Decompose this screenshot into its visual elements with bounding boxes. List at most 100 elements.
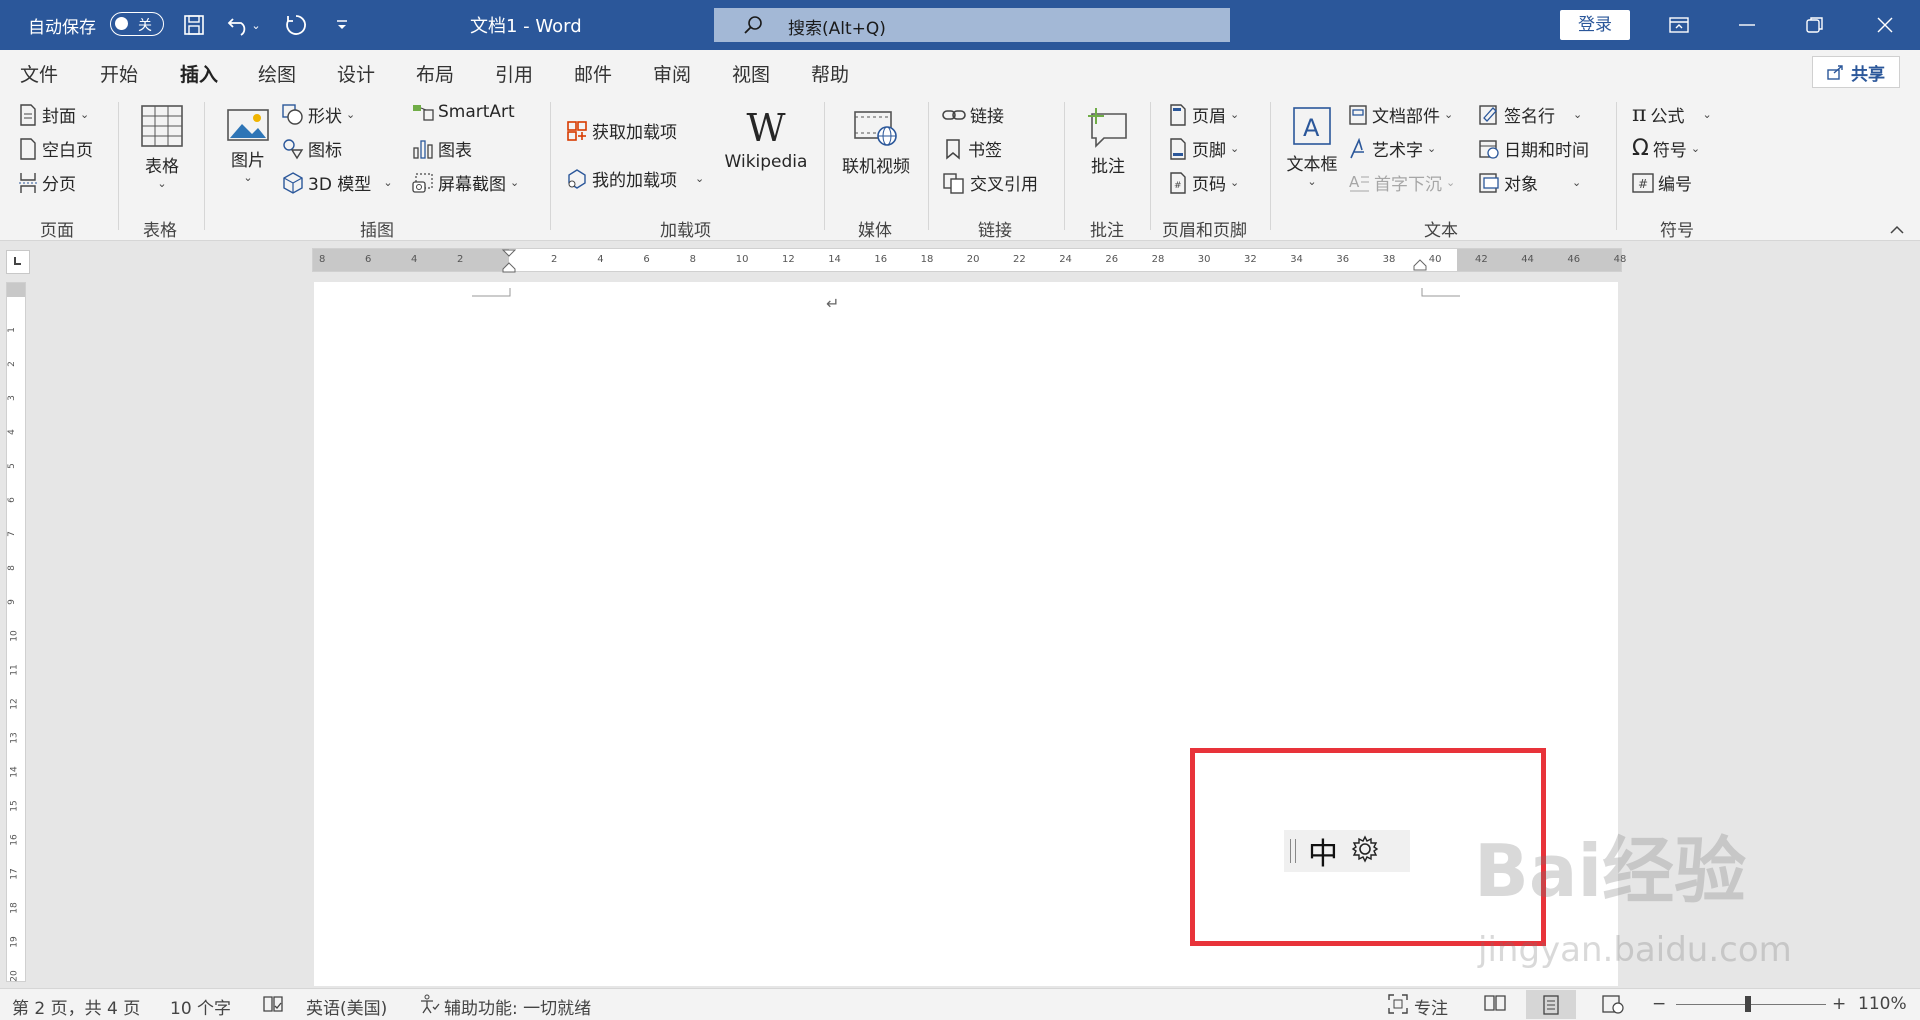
cross-reference-icon [943,172,964,194]
zoom-slider-handle[interactable] [1745,996,1751,1012]
search-box[interactable]: 搜索(Alt+Q) [714,8,1230,42]
zoom-level[interactable]: 110% [1858,994,1907,1014]
ruler-tick-label: 17 [9,868,20,880]
object-button[interactable]: 对象 ⌄ [1478,170,1581,195]
zoom-out-button[interactable]: − [1652,994,1666,1014]
wordart-button[interactable]: 艺术字 ⌄ [1348,136,1436,161]
ruler-tick-label: 16 [874,254,888,265]
bookmark-button[interactable]: 书签 [942,136,1002,161]
shapes-button[interactable]: 形状 ⌄ [282,102,355,127]
tab-mailings[interactable]: 邮件 [574,60,612,87]
smartart-label: SmartArt [438,102,515,122]
symbol-button[interactable]: Ω 符号 ⌄ [1632,136,1700,161]
equation-button[interactable]: π 公式 ⌄ [1632,102,1712,127]
vertical-ruler[interactable]: 1 2 3 4 5 6 7 8 9 10 11 12 13 14 15 16 17 18 19 20 [6,282,26,982]
drop-cap-button[interactable]: A 首字下沉 ⌄ [1348,170,1455,196]
ruler-tick-label: 12 [9,698,20,710]
tab-insert[interactable]: 插入 [180,60,219,97]
print-layout-icon[interactable] [1526,990,1576,1019]
autosave-toggle[interactable]: 关 [110,12,164,36]
tab-home[interactable]: 开始 [100,60,138,87]
minimize-icon[interactable] [1724,8,1770,42]
table-button[interactable]: 表格 ⌄ [136,104,188,190]
chart-icon [413,139,433,159]
quick-parts-button[interactable]: 文档部件 ⌄ [1348,102,1453,127]
numbering-button[interactable]: # 编号 [1632,170,1692,195]
customize-qat-icon[interactable] [326,9,358,41]
tab-review[interactable]: 审阅 [653,60,691,87]
symbol-label: 符号 [1652,141,1687,161]
signature-line-label: 签名行 [1504,107,1555,127]
comment-button[interactable]: 批注 [1080,106,1136,177]
tab-draw[interactable]: 绘图 [258,60,296,87]
screenshot-button[interactable]: 屏幕截图 ⌄ [412,170,519,195]
ruler-tick-label: 46 [1567,254,1581,265]
baidu-watermark-logo: Bai经验 [1474,829,1747,913]
zoom-slider[interactable] [1676,1004,1826,1005]
header-button[interactable]: 页眉 ⌄ [1168,102,1239,127]
tab-help[interactable]: 帮助 [811,60,849,87]
ime-drag-handle[interactable] [1290,839,1296,863]
get-addins-button[interactable]: 获取加载项 [566,118,677,143]
page-number-button[interactable]: # 页码 ⌄ [1168,170,1239,195]
signature-line-button[interactable]: 签名行 ⌄ [1478,102,1582,127]
restore-icon[interactable] [1792,8,1838,42]
tab-view[interactable]: 视图 [732,60,770,87]
login-button[interactable]: 登录 [1560,10,1630,40]
chart-button[interactable]: 图表 [412,136,472,161]
proofing-icon[interactable] [262,994,284,1019]
ribbon-display-options-icon[interactable] [1656,8,1702,42]
textbox-button[interactable]: A 文本框 ⌄ [1282,106,1342,188]
footer-button[interactable]: 页脚 ⌄ [1168,136,1239,161]
read-mode-icon[interactable] [1484,994,1506,1017]
tab-references[interactable]: 引用 [495,60,533,87]
ruler-tick-label: 8 [319,254,326,265]
word-count[interactable]: 10 个字 [170,994,231,1019]
date-time-button[interactable]: 日期和时间 [1478,136,1589,161]
icons-label: 图标 [308,141,342,161]
share-button[interactable]: 共享 [1812,56,1900,88]
wikipedia-button[interactable]: W Wikipedia [718,108,814,172]
ime-toolbar[interactable]: 中 [1284,830,1410,872]
ruler-tick-label: 12 [782,254,795,265]
tab-layout[interactable]: 布局 [416,60,454,87]
close-icon[interactable] [1862,8,1908,42]
undo-dropdown-icon[interactable]: ⌄ [248,9,264,41]
indent-marker-icon[interactable] [501,249,517,273]
3d-models-button[interactable]: 3D 模型 ⌄ [282,170,393,195]
group-label-tables: 表格 [143,221,177,241]
redo-icon[interactable] [280,9,312,41]
icons-button[interactable]: 图标 [282,136,342,161]
accessibility-icon[interactable] [418,994,440,1019]
save-icon[interactable] [178,9,210,41]
blank-page-button[interactable]: 空白页 [18,136,93,161]
tab-stop-selector[interactable] [6,250,30,274]
tab-file[interactable]: 文件 [20,60,58,87]
smartart-button[interactable]: SmartArt [412,102,515,122]
language-indicator[interactable]: 英语(美国) [306,994,387,1019]
focus-mode-button[interactable]: 专注 [1414,994,1448,1019]
group-label-text: 文本 [1424,221,1458,241]
horizontal-ruler[interactable]: 8 6 4 2 2 4 6 8 10 12 14 16 18 20 22 24 26 28 30 32 34 36 38 40… [312,248,1626,273]
paragraph-mark: ↵ [826,294,840,313]
link-button[interactable]: 链接 [942,102,1004,127]
ime-mode-button[interactable]: 中 [1308,829,1338,873]
accessibility-status[interactable]: 辅助功能: 一切就绪 [444,994,591,1019]
ruler-tick-label: 8 [6,565,17,571]
picture-button[interactable]: 图片 ⌄ [222,108,274,184]
cover-page-button[interactable]: 封面 ⌄ [18,102,89,127]
my-addins-button[interactable]: 我的加载项 ⌄ [566,166,704,191]
web-layout-icon[interactable] [1602,994,1624,1019]
right-indent-marker-icon[interactable] [1413,259,1427,271]
gear-icon[interactable] [1350,834,1380,868]
page-break-button[interactable]: 分页 [18,170,76,195]
my-addins-label: 我的加载项 [592,171,677,191]
collapse-ribbon-icon[interactable] [1890,220,1904,239]
zoom-in-button[interactable]: + [1832,994,1846,1014]
cross-reference-button[interactable]: 交叉引用 [942,170,1038,195]
share-icon [1827,65,1843,80]
tab-design[interactable]: 设计 [337,60,375,87]
page-count[interactable]: 第 2 页，共 4 页 [12,994,140,1019]
online-video-button[interactable]: 联机视频 [834,108,918,177]
focus-icon[interactable] [1388,994,1408,1019]
